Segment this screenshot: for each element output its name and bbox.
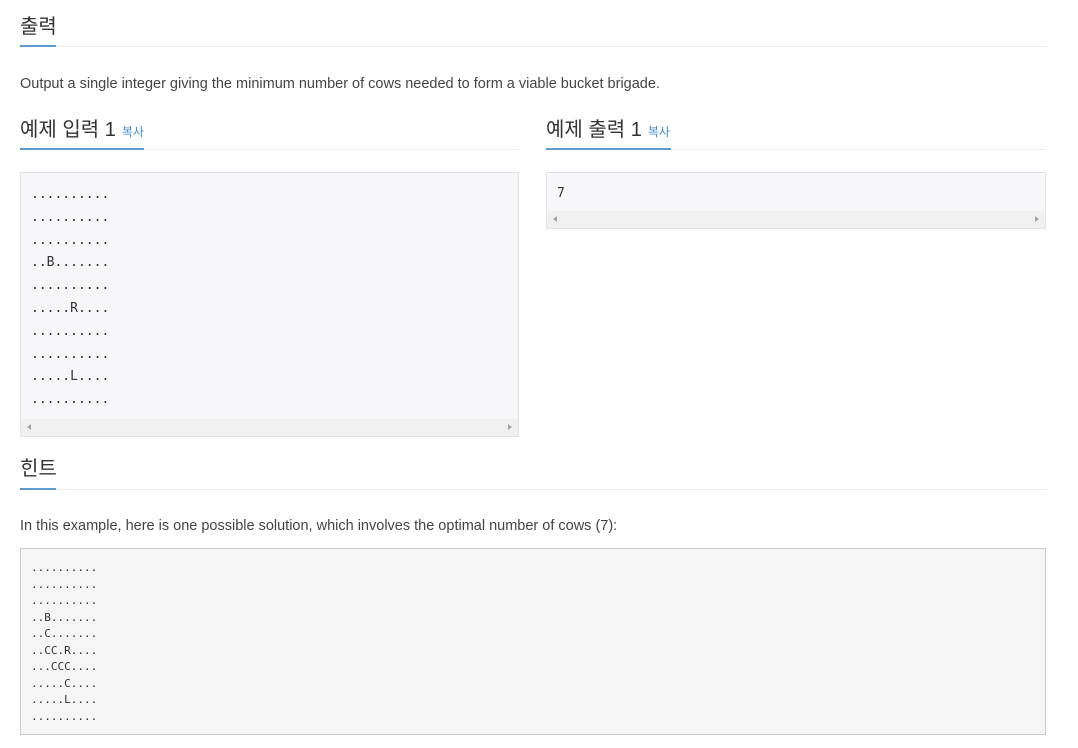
sample-input-scrollbar[interactable] <box>21 419 518 436</box>
hint-code-line: ..C....... <box>31 627 98 640</box>
output-description: Output a single integer giving the minim… <box>20 76 660 92</box>
sample-input-line: .......... <box>31 232 110 248</box>
scroll-left-arrow-icon[interactable] <box>553 216 557 222</box>
hint-code-line: .....C.... <box>31 676 98 690</box>
sample-input-line: .......... <box>31 209 110 225</box>
sample-input-box[interactable]: .............................. ..B.......… <box>20 172 519 437</box>
scroll-right-arrow-icon[interactable] <box>508 424 512 430</box>
sample-output-heading: 예제 출력 1 복사 <box>546 118 670 144</box>
hint-code-box: .............................. ..B.......… <box>20 548 1046 735</box>
sample-input-heading-underline <box>20 148 144 150</box>
sample-input-line: .......... <box>31 187 110 202</box>
sample-input-line: ..B....... <box>31 255 110 271</box>
sample-input-line: .......... <box>31 278 110 294</box>
sample-input-heading: 예제 입력 1 복사 <box>20 118 144 144</box>
sample-output-scrollbar[interactable] <box>547 211 1045 228</box>
sample-input-line: .....L.... <box>31 369 110 385</box>
sample-input-line: .......... <box>31 323 110 339</box>
sample-input-line: .....R.... <box>31 300 110 316</box>
hint-description: In this example, here is one possible so… <box>20 518 618 534</box>
sample-output-line: 7 <box>557 186 565 201</box>
hint-code-line: .......... <box>31 709 98 723</box>
scroll-left-arrow-icon[interactable] <box>27 424 31 430</box>
sample-input-line: .......... <box>31 346 110 362</box>
output-heading: 출력 <box>20 16 57 38</box>
hint-code-line: .......... <box>31 577 98 591</box>
hint-code-line: .....L.... <box>31 693 98 706</box>
sample-input-line: .......... <box>31 392 110 408</box>
hint-code-line: ..B....... <box>31 610 98 624</box>
output-divider <box>20 46 1046 47</box>
sample-output-box[interactable]: 7 <box>546 172 1046 229</box>
hint-code-line: ...CCC.... <box>31 660 98 673</box>
scroll-right-arrow-icon[interactable] <box>1035 216 1039 222</box>
sample-output-heading-underline <box>546 148 671 150</box>
hint-heading-underline <box>20 488 56 490</box>
output-heading-underline <box>20 45 56 47</box>
sample-input-text: .............................. ..B.......… <box>31 184 109 412</box>
hint-code-line: ..CC.R.... <box>31 643 98 657</box>
sample-output-title: 예제 출력 1 <box>546 119 642 141</box>
sample-input-copy-button[interactable]: 복사 <box>122 125 144 139</box>
hint-code-text: .............................. ..B.......… <box>31 560 97 725</box>
hint-divider <box>20 489 1046 490</box>
hint-code-line: .......... <box>31 594 98 607</box>
hint-code-line: .......... <box>31 561 98 574</box>
sample-input-title: 예제 입력 1 <box>20 119 116 141</box>
sample-output-text: 7 <box>557 183 565 206</box>
hint-heading: 힌트 <box>20 458 57 480</box>
sample-output-copy-button[interactable]: 복사 <box>648 125 670 139</box>
